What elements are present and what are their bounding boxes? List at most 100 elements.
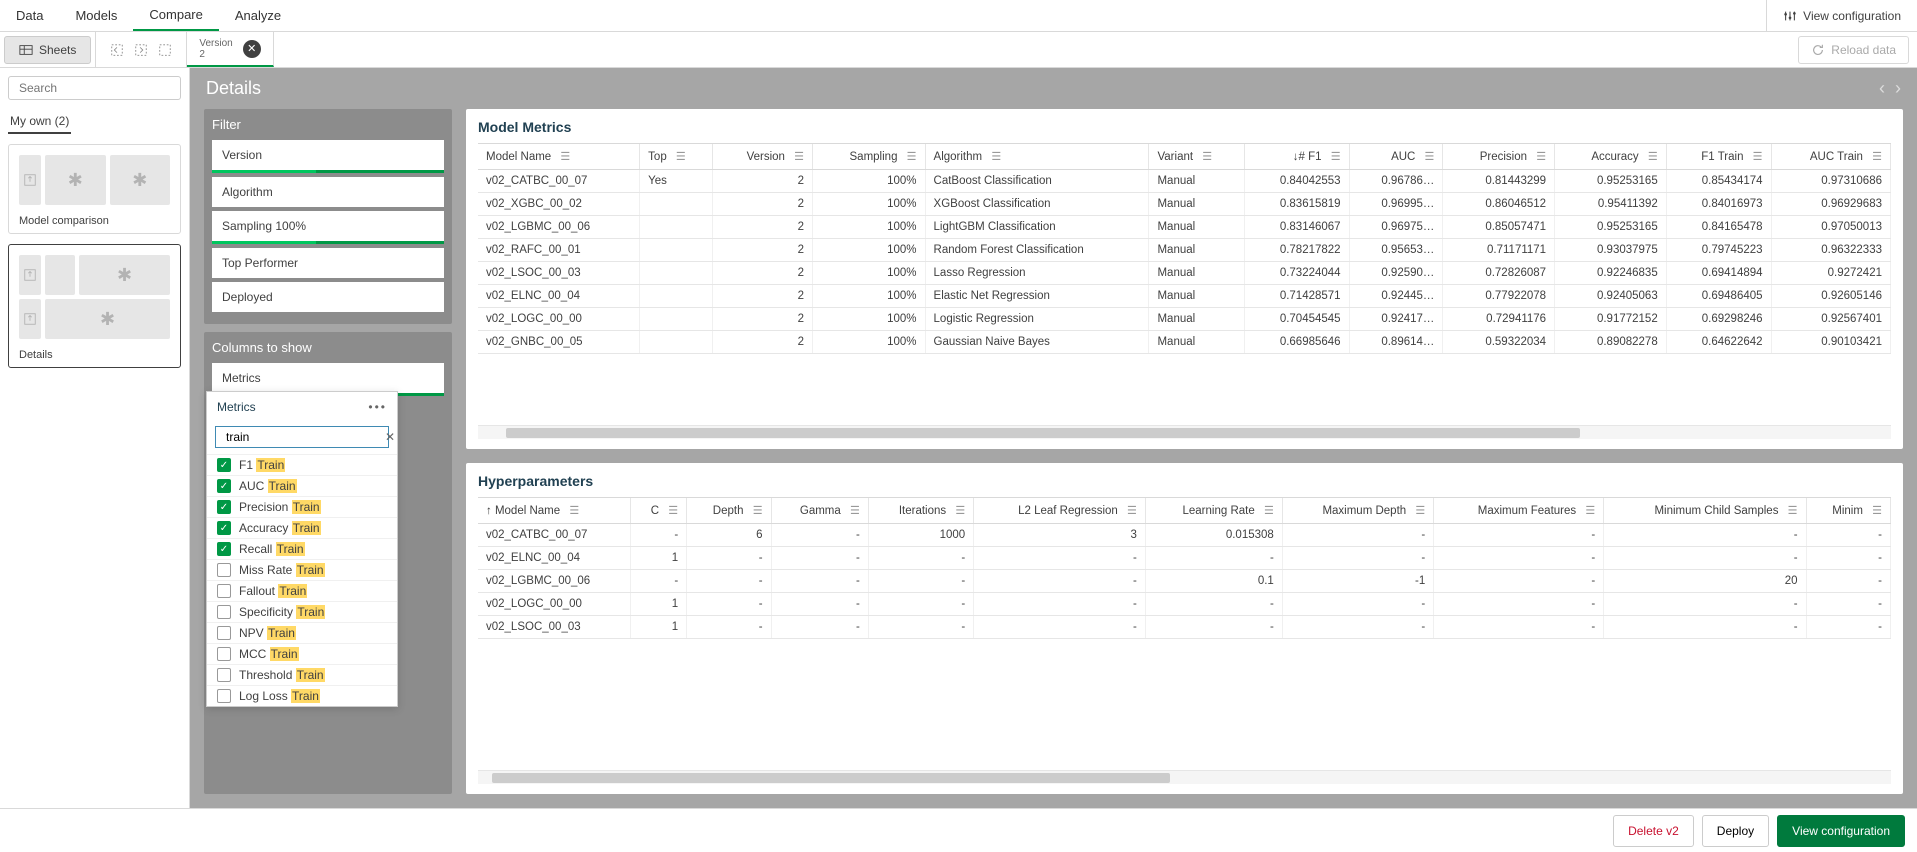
column-header[interactable]: Accuracy ☰ [1555, 144, 1667, 170]
checkbox[interactable] [217, 689, 231, 703]
column-header[interactable]: Model Name ☰ [478, 144, 640, 170]
checkbox[interactable] [217, 584, 231, 598]
column-menu-icon[interactable]: ☰ [1536, 151, 1546, 163]
table-row[interactable]: v02_LGBMC_00_06-----0.1-1-20- [478, 570, 1891, 593]
column-header[interactable]: ↓# F1 ☰ [1245, 144, 1349, 170]
checkbox[interactable] [217, 626, 231, 640]
metrics-option[interactable]: Fallout Train [207, 580, 397, 601]
metrics-option[interactable]: Threshold Train [207, 664, 397, 685]
delete-button[interactable]: Delete v2 [1613, 815, 1694, 847]
column-menu-icon[interactable]: ☰ [676, 151, 686, 163]
column-header[interactable]: Learning Rate ☰ [1145, 498, 1282, 524]
column-menu-icon[interactable]: ☰ [850, 505, 860, 517]
column-header[interactable]: L2 Leaf Regression ☰ [974, 498, 1146, 524]
version-tab[interactable]: Version 2 ✕ [187, 32, 273, 67]
clear-icon[interactable]: ✕ [385, 430, 395, 444]
metrics-search[interactable]: ✕ [215, 426, 389, 448]
metrics-option[interactable]: Miss Rate Train [207, 559, 397, 580]
nav-tab-data[interactable]: Data [0, 0, 59, 31]
filter-item[interactable]: Top Performer [212, 248, 444, 278]
column-menu-icon[interactable]: ☰ [991, 151, 1001, 163]
metrics-option[interactable]: Specificity Train [207, 601, 397, 622]
column-menu-icon[interactable]: ☰ [560, 151, 570, 163]
nav-tab-models[interactable]: Models [59, 0, 133, 31]
column-menu-icon[interactable]: ☰ [1127, 505, 1137, 517]
checkbox[interactable]: ✓ [217, 521, 231, 535]
selection-forward-icon[interactable] [134, 43, 148, 57]
table-row[interactable]: v02_ELNC_00_042100%Elastic Net Regressio… [478, 285, 1891, 308]
column-header[interactable]: Maximum Features ☰ [1434, 498, 1604, 524]
filter-item[interactable]: Sampling 100% [212, 211, 444, 244]
column-header[interactable]: Variant ☰ [1149, 144, 1245, 170]
metrics-search-input[interactable] [226, 430, 381, 444]
column-header[interactable]: AUC Train ☰ [1771, 144, 1890, 170]
column-menu-icon[interactable]: ☰ [569, 505, 579, 517]
sidebar-search[interactable] [8, 76, 181, 100]
column-menu-icon[interactable]: ☰ [1753, 151, 1763, 163]
chevron-right-icon[interactable]: › [1895, 78, 1901, 99]
column-menu-icon[interactable]: ☰ [1585, 505, 1595, 517]
metrics-option[interactable]: ✓F1 Train [207, 454, 397, 475]
column-menu-icon[interactable]: ☰ [1788, 505, 1798, 517]
nav-tab-analyze[interactable]: Analyze [219, 0, 297, 31]
metrics-option[interactable]: ✓Accuracy Train [207, 517, 397, 538]
metrics-option[interactable]: NPV Train [207, 622, 397, 643]
checkbox[interactable]: ✓ [217, 542, 231, 556]
table-row[interactable]: v02_LOGC_00_001--------- [478, 593, 1891, 616]
deploy-button[interactable]: Deploy [1702, 815, 1769, 847]
view-configuration-link[interactable]: View configuration [1766, 0, 1917, 31]
column-header[interactable]: Precision ☰ [1443, 144, 1555, 170]
table-row[interactable]: v02_CATBC_00_07-6-100030.015308---- [478, 524, 1891, 547]
metrics-option[interactable]: ✓Precision Train [207, 496, 397, 517]
metrics-option[interactable]: ✓Recall Train [207, 538, 397, 559]
column-header[interactable]: Version ☰ [713, 144, 813, 170]
checkbox[interactable] [217, 647, 231, 661]
column-menu-icon[interactable]: ☰ [668, 505, 678, 517]
column-header[interactable]: Sampling ☰ [813, 144, 926, 170]
h-scrollbar[interactable] [478, 425, 1891, 439]
hyperparameters-scroll[interactable]: ↑ Model Name ☰C ☰Depth ☰Gamma ☰Iteration… [478, 497, 1891, 768]
column-menu-icon[interactable]: ☰ [1648, 151, 1658, 163]
column-menu-icon[interactable]: ☰ [794, 151, 804, 163]
column-menu-icon[interactable]: ☰ [1331, 151, 1341, 163]
table-row[interactable]: v02_LOGC_00_002100%Logistic RegressionMa… [478, 308, 1891, 331]
table-row[interactable]: v02_ELNC_00_041--------- [478, 547, 1891, 570]
column-header[interactable]: Top ☰ [640, 144, 713, 170]
column-menu-icon[interactable]: ☰ [1415, 505, 1425, 517]
checkbox[interactable] [217, 605, 231, 619]
table-row[interactable]: v02_LSOC_00_032100%Lasso RegressionManua… [478, 262, 1891, 285]
column-header[interactable]: ↑ Model Name ☰ [478, 498, 631, 524]
column-menu-icon[interactable]: ☰ [1872, 151, 1882, 163]
column-menu-icon[interactable]: ☰ [907, 151, 917, 163]
checkbox[interactable] [217, 563, 231, 577]
close-icon[interactable]: ✕ [243, 40, 261, 58]
selection-back-icon[interactable] [110, 43, 124, 57]
column-header[interactable]: Minim ☰ [1806, 498, 1890, 524]
column-menu-icon[interactable]: ☰ [753, 505, 763, 517]
sheet-thumb-details[interactable]: ✱ ✱ Details [8, 244, 181, 368]
column-menu-icon[interactable]: ☰ [1202, 151, 1212, 163]
column-menu-icon[interactable]: ☰ [1264, 505, 1274, 517]
table-row[interactable]: v02_RAFC_00_012100%Random Forest Classif… [478, 239, 1891, 262]
filter-item[interactable]: Version [212, 140, 444, 173]
checkbox[interactable]: ✓ [217, 479, 231, 493]
column-header[interactable]: Algorithm ☰ [925, 144, 1149, 170]
checkbox[interactable] [217, 668, 231, 682]
column-header[interactable]: Maximum Depth ☰ [1282, 498, 1433, 524]
column-menu-icon[interactable]: ☰ [1872, 505, 1882, 517]
reload-button[interactable]: Reload data [1798, 36, 1909, 64]
column-header[interactable]: Minimum Child Samples ☰ [1604, 498, 1806, 524]
column-menu-icon[interactable]: ☰ [1425, 151, 1435, 163]
more-icon[interactable]: ••• [368, 400, 387, 414]
table-row[interactable]: v02_GNBC_00_052100%Gaussian Naive BayesM… [478, 331, 1891, 354]
sheet-thumb-model-comparison[interactable]: ✱ ✱ Model comparison [8, 144, 181, 234]
nav-tab-compare[interactable]: Compare [133, 0, 218, 31]
metrics-option[interactable]: ✓AUC Train [207, 475, 397, 496]
column-header[interactable]: F1 Train ☰ [1666, 144, 1771, 170]
metrics-option[interactable]: MCC Train [207, 643, 397, 664]
column-menu-icon[interactable]: ☰ [955, 505, 965, 517]
checkbox[interactable]: ✓ [217, 500, 231, 514]
sheets-button[interactable]: Sheets [4, 36, 91, 64]
column-header[interactable]: Depth ☰ [687, 498, 771, 524]
checkbox[interactable]: ✓ [217, 458, 231, 472]
